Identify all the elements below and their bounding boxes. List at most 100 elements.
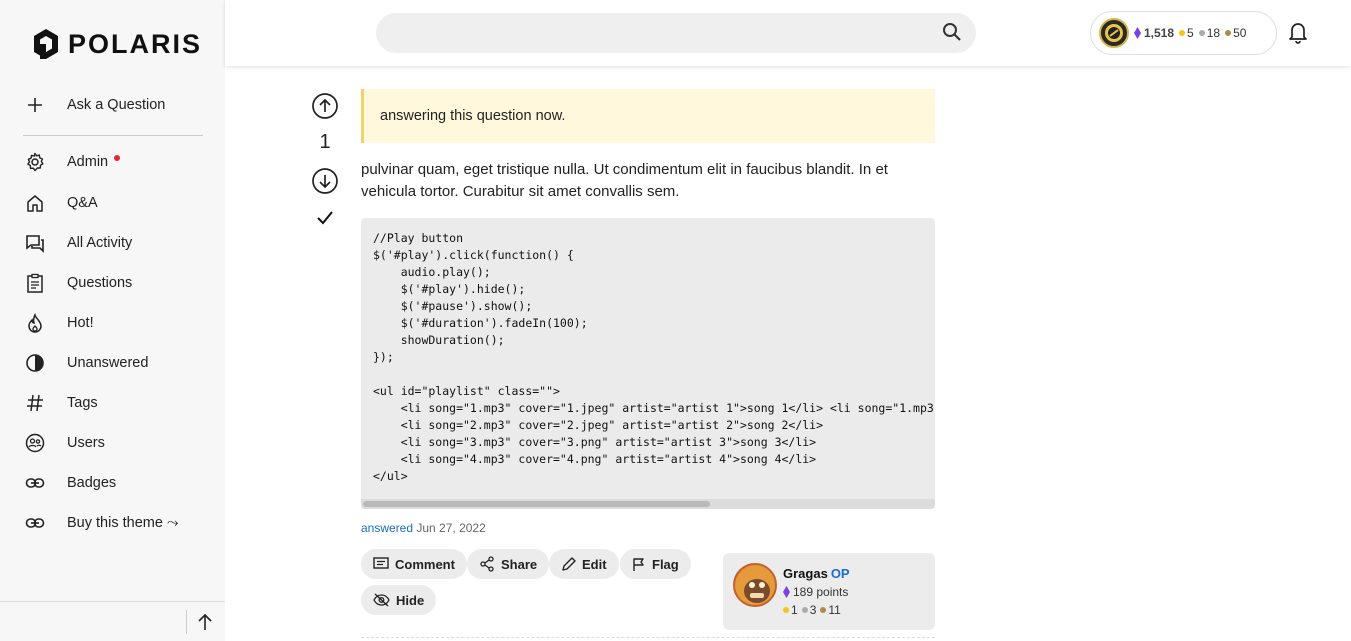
sidebar-item-label: Users bbox=[67, 435, 105, 451]
gear-icon bbox=[25, 152, 45, 172]
polaris-logo-icon bbox=[34, 29, 58, 59]
footer-separator bbox=[186, 610, 187, 634]
sidebar-item-label: All Activity bbox=[67, 235, 133, 251]
answer-body: pulvinar quam, eget tristique nulla. Ut … bbox=[361, 161, 888, 200]
author-badges: 1 3 11 bbox=[783, 603, 845, 617]
brand-name: POLARIS bbox=[68, 28, 203, 59]
link-icon bbox=[25, 513, 45, 533]
share-label: Share bbox=[501, 556, 538, 572]
edit-button[interactable]: Edit bbox=[549, 549, 619, 579]
hash-icon bbox=[25, 393, 45, 413]
code-scrollbar[interactable] bbox=[361, 499, 935, 509]
comment-button[interactable]: Comment bbox=[361, 549, 467, 579]
bronze-badges: 50 bbox=[1225, 26, 1246, 40]
comment-icon bbox=[373, 557, 389, 569]
share-button[interactable]: Share bbox=[467, 549, 550, 579]
bronze-dot-icon bbox=[820, 607, 827, 613]
accept-check-icon[interactable] bbox=[316, 210, 334, 231]
author-silver: 3 bbox=[809, 603, 817, 617]
sidebar-item-label: Questions bbox=[67, 275, 133, 291]
author-bronze: 11 bbox=[828, 603, 841, 617]
sidebar: POLARIS Ask a Question Admin Q&A All Act… bbox=[0, 0, 225, 641]
answered-link[interactable]: answered bbox=[361, 521, 413, 535]
home-icon bbox=[25, 193, 45, 213]
author-avatar[interactable] bbox=[733, 563, 777, 607]
user-points: 1,518 bbox=[1134, 26, 1174, 40]
vote-count: 1 bbox=[319, 131, 331, 153]
code-block: //Play button $('#play').click(function(… bbox=[361, 218, 935, 509]
notification-dot bbox=[114, 155, 121, 161]
ask-question-label: Ask a Question bbox=[67, 97, 166, 113]
author-name[interactable]: Gragas bbox=[783, 566, 828, 581]
hide-button[interactable]: Hide bbox=[361, 585, 437, 615]
clipboard-icon bbox=[25, 273, 45, 293]
code-content: //Play button $('#play').click(function(… bbox=[373, 231, 935, 483]
hide-label: Hide bbox=[396, 592, 425, 608]
bronze-count: 50 bbox=[1233, 26, 1247, 40]
sidebar-item-label: Buy this theme ⤳ bbox=[67, 515, 179, 531]
sidebar-item-label: Badges bbox=[67, 475, 117, 491]
scrollbar-thumb[interactable] bbox=[363, 501, 710, 507]
sidebar-item-unanswered[interactable]: Unanswered bbox=[25, 348, 205, 378]
op-badge: OP bbox=[830, 566, 850, 581]
sidebar-item-label: Unanswered bbox=[67, 355, 149, 371]
sidebar-item-questions[interactable]: Questions bbox=[25, 268, 205, 298]
answer-separator bbox=[361, 637, 935, 638]
gold-dot-icon bbox=[783, 607, 789, 613]
silver-badges: 18 bbox=[1198, 26, 1221, 40]
sidebar-item-buy-theme[interactable]: Buy this theme ⤳ bbox=[25, 508, 205, 538]
diamond-icon bbox=[1134, 27, 1141, 39]
sidebar-item-label: Tags bbox=[67, 395, 98, 411]
ask-question-button[interactable]: Ask a Question bbox=[25, 90, 205, 120]
sidebar-item-all-activity[interactable]: All Activity bbox=[25, 228, 205, 258]
flag-button[interactable]: Flag bbox=[620, 549, 691, 579]
search-input[interactable] bbox=[376, 13, 976, 53]
answered-date: Jun 27, 2022 bbox=[416, 521, 486, 535]
activity-icon bbox=[25, 233, 45, 253]
eye-off-icon bbox=[373, 593, 390, 607]
diamond-icon bbox=[783, 586, 790, 598]
sidebar-divider bbox=[23, 135, 203, 136]
silver-dot-icon bbox=[801, 607, 808, 613]
sidebar-item-admin[interactable]: Admin bbox=[25, 147, 205, 177]
silver-dot-icon bbox=[1198, 30, 1205, 36]
comment-label: Comment bbox=[395, 556, 455, 572]
flag-icon bbox=[633, 557, 644, 571]
sidebar-item-qa[interactable]: Q&A bbox=[25, 188, 205, 218]
sidebar-item-tags[interactable]: Tags bbox=[25, 388, 205, 418]
plus-icon bbox=[25, 95, 45, 115]
edit-label: Edit bbox=[582, 556, 607, 572]
author-gold: 1 bbox=[791, 603, 798, 617]
silver-count: 18 bbox=[1206, 26, 1221, 40]
gold-badges: 5 bbox=[1179, 26, 1194, 40]
link-icon bbox=[25, 473, 45, 493]
downvote-button[interactable] bbox=[311, 167, 339, 200]
author-name-row: Gragas OP bbox=[783, 566, 850, 581]
bronze-dot-icon bbox=[1225, 30, 1232, 36]
points-value: 1,518 bbox=[1144, 26, 1175, 40]
sidebar-item-users[interactable]: Users bbox=[25, 428, 205, 458]
half-circle-icon bbox=[25, 353, 45, 373]
pencil-icon bbox=[562, 556, 576, 571]
users-icon bbox=[25, 433, 45, 453]
bell-icon[interactable] bbox=[1287, 20, 1309, 49]
sidebar-footer bbox=[0, 601, 225, 641]
gold-dot-icon bbox=[1179, 30, 1186, 36]
author-card: Gragas OP 189 points 1 3 11 bbox=[723, 553, 935, 630]
logo[interactable]: POLARIS bbox=[32, 28, 202, 60]
author-points-value: 189 points bbox=[793, 585, 849, 599]
search-icon[interactable] bbox=[942, 22, 962, 47]
answered-meta: answered Jun 27, 2022 bbox=[361, 521, 486, 535]
arrow-up-icon[interactable] bbox=[196, 612, 214, 637]
flame-icon bbox=[25, 313, 45, 333]
sidebar-item-label: Q&A bbox=[67, 195, 98, 211]
sidebar-item-hot[interactable]: Hot! bbox=[25, 308, 205, 338]
user-avatar bbox=[1099, 18, 1129, 48]
gold-count: 5 bbox=[1187, 26, 1194, 40]
user-menu[interactable]: 1,518 5 18 50 bbox=[1090, 11, 1277, 55]
author-points: 189 points bbox=[783, 585, 848, 599]
sidebar-item-badges[interactable]: Badges bbox=[25, 468, 205, 498]
upvote-button[interactable] bbox=[311, 92, 339, 125]
sidebar-item-label: Hot! bbox=[67, 315, 94, 331]
sidebar-item-label: Admin bbox=[67, 154, 109, 170]
